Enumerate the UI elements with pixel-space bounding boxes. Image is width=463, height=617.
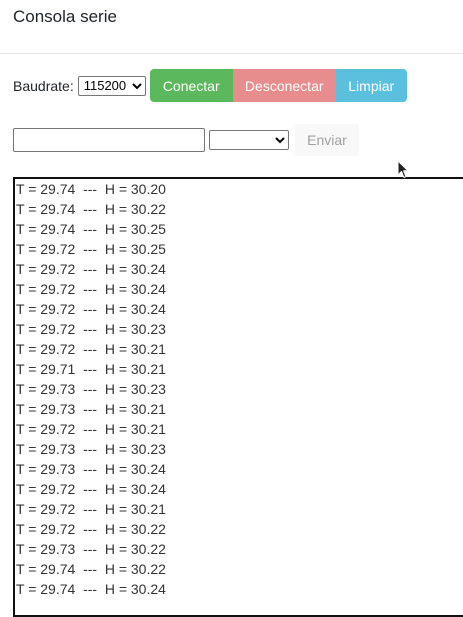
serial-line: T = 29.72 --- H = 30.25 (16, 241, 166, 257)
serial-line: T = 29.71 --- H = 30.21 (16, 361, 166, 377)
serial-line: T = 29.74 --- H = 30.20 (16, 181, 166, 197)
page-title: Consola serie (13, 7, 117, 26)
serial-line: T = 29.72 --- H = 30.21 (16, 501, 166, 517)
clear-button[interactable]: Limpiar (335, 69, 407, 102)
serial-line: T = 29.73 --- H = 30.22 (16, 541, 166, 557)
connect-button[interactable]: Conectar (149, 69, 233, 102)
serial-line: T = 29.73 --- H = 30.24 (16, 461, 166, 477)
line-ending-select[interactable] (209, 130, 289, 150)
serial-line: T = 29.72 --- H = 30.21 (16, 341, 166, 357)
serial-line: T = 29.72 --- H = 30.24 (16, 281, 166, 297)
serial-line: T = 29.72 --- H = 30.24 (16, 301, 166, 317)
send-controls: Enviar (13, 124, 359, 156)
serial-output[interactable]: T = 29.74 --- H = 30.20 T = 29.74 --- H =… (13, 177, 463, 617)
serial-line: T = 29.74 --- H = 30.22 (16, 201, 166, 217)
serial-line: T = 29.74 --- H = 30.22 (16, 561, 166, 577)
serial-line: T = 29.72 --- H = 30.23 (16, 321, 166, 337)
command-input[interactable] (13, 128, 205, 152)
disconnect-button[interactable]: Desconectar (232, 69, 336, 102)
serial-line: T = 29.72 --- H = 30.24 (16, 261, 166, 277)
serial-line: T = 29.72 --- H = 30.21 (16, 421, 166, 437)
serial-line: T = 29.73 --- H = 30.21 (16, 401, 166, 417)
serial-line: T = 29.74 --- H = 30.24 (16, 581, 166, 597)
send-button[interactable]: Enviar (295, 124, 359, 156)
connection-controls: Baudrate: 115200 Conectar Desconectar Li… (13, 69, 407, 102)
serial-line: T = 29.72 --- H = 30.24 (16, 481, 166, 497)
title-divider (0, 53, 463, 54)
baudrate-label: Baudrate: (13, 77, 74, 94)
serial-line: T = 29.74 --- H = 30.25 (16, 221, 166, 237)
serial-lines: T = 29.74 --- H = 30.20 T = 29.74 --- H =… (15, 179, 463, 599)
baudrate-select[interactable]: 115200 (77, 75, 146, 96)
serial-line: T = 29.72 --- H = 30.22 (16, 521, 166, 537)
mouse-pointer-icon (397, 160, 409, 178)
serial-line: T = 29.73 --- H = 30.23 (16, 441, 166, 457)
serial-line: T = 29.73 --- H = 30.23 (16, 381, 166, 397)
